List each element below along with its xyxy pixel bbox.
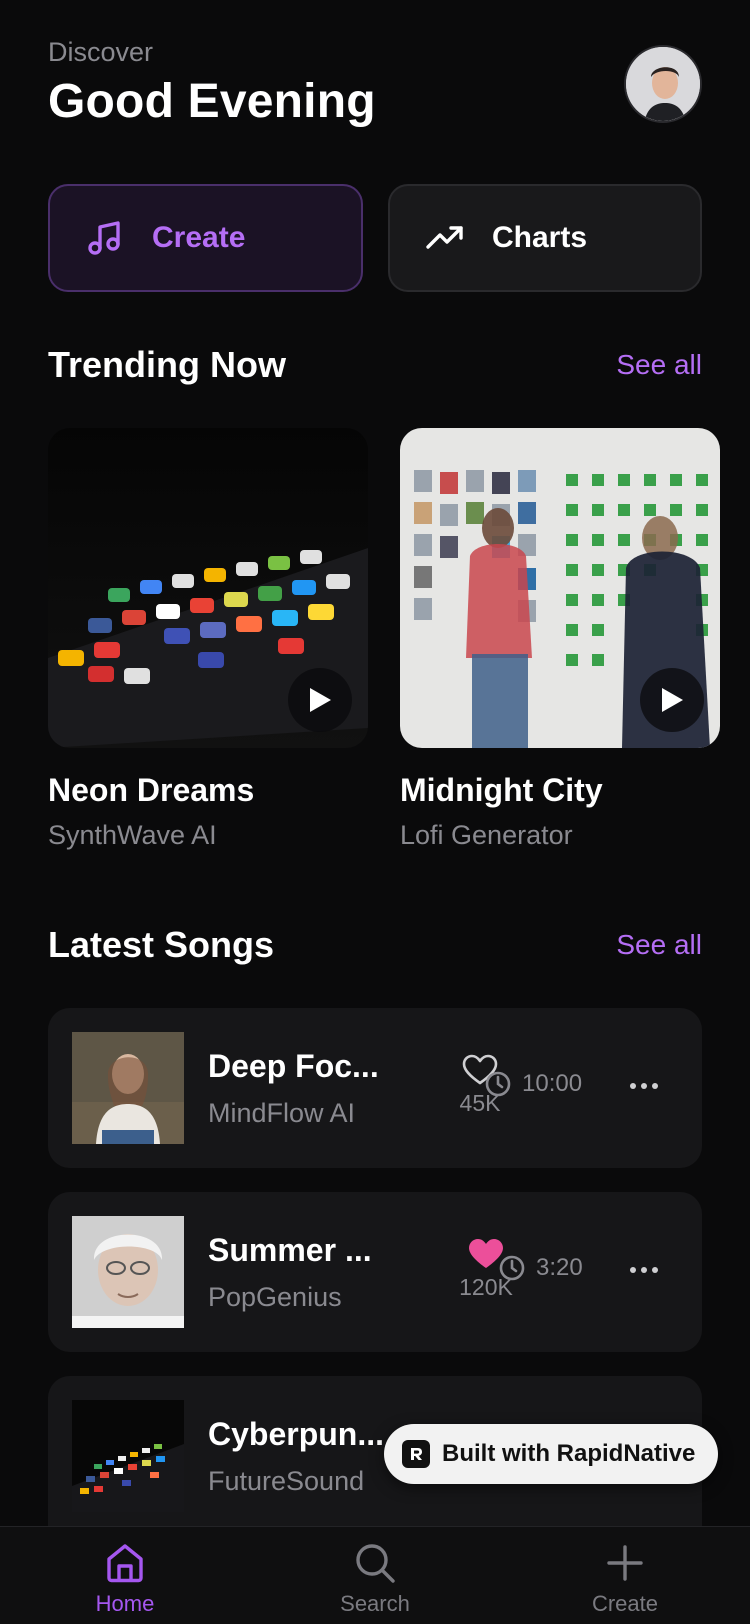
latest-section-header: Latest Songs See all	[48, 924, 702, 966]
tab-create[interactable]: Create	[555, 1541, 695, 1617]
rapidnative-logo-icon	[402, 1440, 430, 1468]
trending-card-title: Neon Dreams	[48, 772, 255, 808]
charts-button[interactable]: Charts	[388, 184, 702, 292]
search-icon	[356, 1544, 395, 1583]
tab-create-label: Create	[591, 1591, 659, 1616]
duration-text: 3:20	[536, 1254, 583, 1281]
create-button-label: Create	[152, 221, 246, 254]
more-options-button[interactable]	[624, 1066, 664, 1106]
bottom-tab-bar: Home Search Create	[0, 1526, 750, 1624]
more-options-button[interactable]	[624, 1250, 664, 1290]
song-row[interactable]: Deep Foc... MindFlow AI 45K 10:00	[48, 1008, 702, 1168]
plus-icon	[607, 1545, 643, 1581]
latest-see-all-link[interactable]: See all	[616, 929, 702, 961]
trending-card-artwork	[48, 428, 368, 748]
song-duration: 10:00	[484, 1070, 582, 1098]
tab-search[interactable]: Search	[305, 1541, 445, 1617]
song-duration: 3:20	[498, 1254, 583, 1282]
trending-card-artwork	[400, 428, 720, 748]
trending-see-all-link[interactable]: See all	[616, 349, 702, 381]
play-button[interactable]	[288, 668, 352, 732]
built-with-badge[interactable]: Built with RapidNative	[384, 1424, 718, 1484]
page-header: Discover Good Evening	[48, 34, 376, 132]
create-button[interactable]: Create	[48, 184, 363, 292]
song-thumbnail	[72, 1400, 184, 1512]
play-icon	[310, 688, 331, 712]
trending-card-title: Midnight City	[400, 772, 603, 808]
trending-section-header: Trending Now See all	[48, 344, 702, 386]
tab-search-label: Search	[340, 1591, 410, 1616]
trending-card-artist: SynthWave AI	[48, 820, 217, 850]
trending-card[interactable]: Midnight City Lofi Generator	[400, 428, 720, 852]
song-title: Cyberpun...	[208, 1416, 385, 1452]
song-thumbnail	[72, 1216, 184, 1328]
trending-card[interactable]: Neon Dreams SynthWave AI	[48, 428, 368, 852]
tab-home[interactable]: Home	[55, 1541, 195, 1617]
song-artist: PopGenius	[208, 1282, 342, 1312]
song-artist: MindFlow AI	[208, 1098, 356, 1128]
latest-heading: Latest Songs	[48, 924, 275, 965]
duration-text: 10:00	[522, 1070, 583, 1097]
trending-heading: Trending Now	[48, 344, 286, 385]
song-row[interactable]: Summer ... PopGenius 120K 3:20	[48, 1192, 702, 1352]
clock-icon	[485, 1071, 511, 1097]
profile-avatar[interactable]	[624, 45, 702, 123]
clock-icon	[499, 1255, 525, 1281]
play-button[interactable]	[640, 668, 704, 732]
header-eyebrow: Discover	[48, 37, 154, 67]
song-title: Summer ...	[208, 1232, 372, 1268]
avatar-image	[626, 47, 700, 121]
charts-button-label: Charts	[492, 221, 588, 254]
tab-home-label: Home	[95, 1591, 155, 1616]
badge-label: Built with RapidNative	[442, 1440, 696, 1467]
play-icon	[662, 688, 683, 712]
song-title: Deep Foc...	[208, 1048, 379, 1084]
page-title: Good Evening	[48, 75, 376, 128]
music-note-icon	[84, 217, 126, 259]
song-artist: FutureSound	[208, 1466, 365, 1496]
home-icon	[107, 1544, 143, 1583]
trending-up-icon	[424, 217, 466, 259]
song-thumbnail	[72, 1032, 184, 1144]
trending-card-artist: Lofi Generator	[400, 820, 573, 850]
